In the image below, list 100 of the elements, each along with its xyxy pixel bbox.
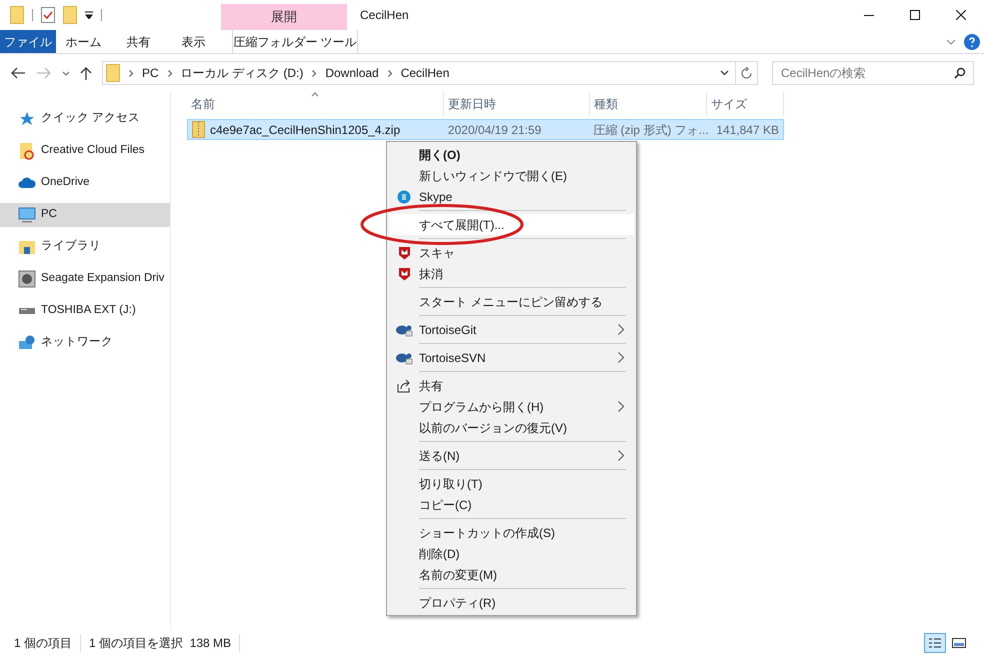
menu-label: 名前の変更(M) (419, 566, 497, 584)
menu-label: プロパティ(R) (419, 594, 496, 612)
column-header[interactable]: 種類 (590, 92, 707, 116)
up-arrow-icon[interactable] (80, 66, 92, 80)
monitor-icon (18, 207, 36, 223)
breadcrumb[interactable]: Download (325, 64, 379, 82)
minimize-icon (864, 14, 874, 16)
chevron-right-icon (168, 70, 172, 76)
chevron-right-icon (618, 352, 624, 363)
sidebar-item[interactable]: クイック アクセス (0, 107, 170, 131)
file-type: 圧縮 (zip 形式) フォ... (592, 122, 706, 138)
menu-label: スキャ (419, 244, 455, 262)
checklist-icon[interactable] (41, 7, 55, 23)
menu-label: スタート メニューにピン留めする (419, 294, 602, 310)
menu-label: コピー(C) (419, 496, 472, 514)
selection-info: 1 個の項目を選択 138 MB (81, 634, 240, 652)
chevron-right-icon (618, 450, 624, 461)
breadcrumb[interactable]: ローカル ディスク (D:) (180, 64, 304, 82)
menu-label: 開く(O) (419, 146, 460, 164)
sidebar-item[interactable]: PC (0, 203, 170, 227)
details-view-icon (928, 637, 942, 649)
sidebar-item[interactable]: ネットワーク (0, 331, 170, 355)
sidebar-label: ライブラリ (41, 238, 101, 254)
item-count: 1 個の項目 (14, 634, 82, 652)
sidebar-label: PC (41, 207, 57, 222)
chevron-right-icon (388, 70, 392, 76)
menu-item[interactable]: Skype (389, 186, 634, 207)
menu-item[interactable]: 名前の変更(M) (389, 564, 634, 585)
menu-item[interactable]: 新しいウィンドウで開く(E) (389, 165, 634, 186)
refresh-icon[interactable] (741, 67, 752, 79)
sidebar-label: Seagate Expansion Driv (41, 271, 164, 286)
close-icon (956, 10, 966, 20)
menu-item[interactable]: TortoiseSVN (389, 347, 634, 368)
menu-label: プログラムから開く(H) (419, 398, 544, 416)
breadcrumb[interactable]: CecilHen (400, 64, 450, 82)
library-icon (18, 239, 36, 255)
menu-item[interactable]: 開く(O) (389, 144, 634, 165)
file-row[interactable]: c4e9e7ac_CecilHenShin1205_4.zip 2020/04/19 21:59 圧縮 (zip 形式) フォ... 141,847 KB (187, 119, 784, 140)
ribbon-tab[interactable]: 圧縮フォルダー ツール (232, 30, 358, 53)
menu-label: TortoiseGit (419, 322, 476, 338)
menu-item[interactable]: ショートカットの作成(S) (389, 522, 634, 543)
dropdown-icon[interactable] (85, 11, 93, 19)
context-tab-header: 展開 (221, 4, 347, 30)
chevron-right-icon (312, 70, 316, 76)
menu-item[interactable]: スタート メニューにピン留めする (389, 291, 634, 312)
shield-icon (398, 246, 410, 260)
breadcrumb[interactable]: PC (142, 64, 159, 82)
menu-item[interactable]: 送る(N) (389, 445, 634, 466)
menu-item[interactable]: プログラムから開く(H) (389, 396, 634, 417)
sidebar-item[interactable]: TOSHIBA EXT (J:) (0, 299, 170, 323)
menu-item[interactable]: 以前のバージョンの復元(V) (389, 417, 634, 438)
menu-item[interactable]: TortoiseGit (389, 319, 634, 340)
cloud-icon (18, 177, 36, 189)
chevron-down-icon[interactable] (720, 70, 729, 76)
file-date: 2020/04/19 21:59 (446, 122, 542, 138)
menu-item[interactable]: 切り取り(T) (389, 473, 634, 494)
menu-label: 共有 (419, 378, 443, 394)
chevron-right-icon (618, 401, 624, 412)
menu-item[interactable]: プロパティ(R) (389, 592, 634, 613)
sidebar-item[interactable]: OneDrive (0, 171, 170, 195)
shield-icon (398, 266, 410, 280)
column-header[interactable]: サイズ (707, 92, 784, 116)
menu-item[interactable]: スキャ (389, 242, 634, 263)
file-size: 141,847 KB (715, 122, 780, 138)
menu-label: 抹消 (419, 266, 443, 282)
ribbon-tab[interactable]: 共有 (111, 30, 166, 53)
chevron-down-icon[interactable] (62, 70, 70, 76)
help-icon[interactable] (964, 34, 980, 50)
sidebar-label: Creative Cloud Files (41, 143, 145, 158)
maximize-icon (910, 10, 920, 20)
share-icon (397, 378, 411, 392)
folder-icon (63, 6, 77, 24)
ribbon-tab[interactable]: ファイル (0, 30, 56, 53)
details-view-button[interactable] (924, 633, 946, 653)
search-icon (954, 67, 966, 79)
column-header[interactable]: 更新日時 (444, 92, 590, 116)
menu-item[interactable]: 抹消 (389, 263, 634, 284)
back-arrow-icon[interactable] (10, 67, 26, 79)
column-header[interactable]: 名前 (187, 92, 444, 116)
window-title: CecilHen (360, 7, 409, 24)
menu-item[interactable]: コピー(C) (389, 494, 634, 515)
sidebar-item[interactable]: ライブラリ (0, 235, 170, 259)
folder-icon (19, 142, 35, 160)
menu-label: 新しいウィンドウで開く(E) (419, 168, 567, 184)
menu-label: 切り取り(T) (419, 476, 482, 492)
sidebar-label: クイック アクセス (41, 111, 140, 126)
sidebar-item[interactable]: Seagate Expansion Driv (0, 267, 170, 291)
search-field[interactable]: CecilHenの検索 (772, 61, 974, 85)
ribbon-tab[interactable]: ホーム (56, 30, 111, 53)
menu-label: 削除(D) (419, 546, 460, 562)
menu-item[interactable]: すべて展開(T)... (389, 214, 634, 235)
menu-item[interactable]: 共有 (389, 375, 634, 396)
file-name: c4e9e7ac_CecilHenShin1205_4.zip (210, 122, 400, 138)
menu-label: 送る(N) (419, 448, 460, 464)
sidebar-label: TOSHIBA EXT (J:) (41, 303, 136, 318)
address-field[interactable]: PC ローカル ディスク (D:) Download CecilHen (102, 61, 758, 85)
ribbon-tab[interactable]: 表示 (166, 30, 221, 53)
menu-item[interactable]: 削除(D) (389, 543, 634, 564)
chevron-right-icon (618, 324, 624, 335)
sidebar-item[interactable]: Creative Cloud Files (0, 139, 170, 163)
